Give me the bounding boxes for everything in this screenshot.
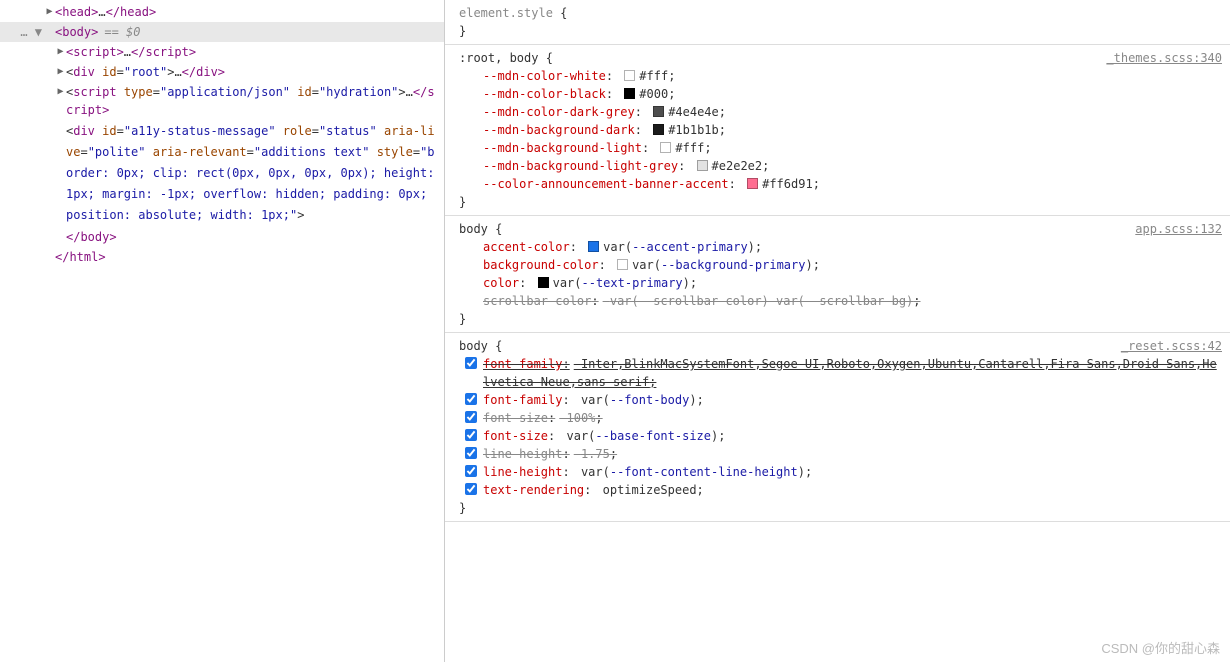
toggle-checkbox[interactable] <box>465 447 477 459</box>
toggle-checkbox[interactable] <box>465 429 477 441</box>
css-declaration[interactable]: --mdn-background-light-grey: #e2e2e2; <box>483 157 1222 175</box>
css-declaration[interactable]: color: var(--text-primary); <box>483 274 1222 292</box>
css-declaration[interactable]: text-rendering: optimizeSpeed; <box>483 481 1222 499</box>
source-link[interactable]: app.scss:132 <box>1135 220 1222 238</box>
expand-arrow-icon[interactable]: ▶ <box>55 43 66 61</box>
rule-themes[interactable]: :root, body { _themes.scss:340 --mdn-col… <box>445 45 1230 216</box>
expand-arrow-icon[interactable]: ▶ <box>55 63 66 81</box>
gutter-selected: … ▼ <box>0 23 44 41</box>
tree-row-head[interactable]: ▶ <head>…</head> <box>0 2 444 22</box>
css-declaration[interactable]: --color-announcement-banner-accent: #ff6… <box>483 175 1222 193</box>
color-swatch[interactable] <box>653 106 664 117</box>
color-swatch[interactable] <box>660 142 671 153</box>
toggle-checkbox[interactable] <box>465 411 477 423</box>
expand-arrow-icon[interactable]: ▶ <box>55 83 66 101</box>
color-swatch[interactable] <box>653 124 664 135</box>
color-swatch[interactable] <box>747 178 758 189</box>
color-swatch[interactable] <box>538 277 549 288</box>
rule-reset[interactable]: body { _reset.scss:42 font-family: Inter… <box>445 333 1230 522</box>
color-swatch[interactable] <box>588 241 599 252</box>
css-declaration[interactable]: font-size: var(--base-font-size); <box>483 427 1222 445</box>
css-declaration[interactable]: --mdn-background-dark: #1b1b1b; <box>483 121 1222 139</box>
dom-tree-panel[interactable]: ▶ <head>…</head> … ▼ <body> == $0 ▶ <scr… <box>0 0 445 662</box>
tree-row-html-close[interactable]: </html> <box>0 247 444 267</box>
toggle-checkbox[interactable] <box>465 393 477 405</box>
css-declaration[interactable]: font-size: 100%; <box>483 409 1222 427</box>
toggle-checkbox[interactable] <box>465 357 477 369</box>
css-declaration[interactable]: line-height: 1.75; <box>483 445 1222 463</box>
tree-row-body[interactable]: … ▼ <body> == $0 <box>0 22 444 42</box>
color-swatch[interactable] <box>624 88 635 99</box>
css-declaration[interactable]: --mdn-background-light: #fff; <box>483 139 1222 157</box>
rule-element-style[interactable]: element.style { } <box>445 0 1230 45</box>
css-declaration[interactable]: accent-color: var(--accent-primary); <box>483 238 1222 256</box>
css-declaration[interactable]: font-family: Inter,BlinkMacSystemFont,Se… <box>483 355 1222 391</box>
tree-row-script-hydration[interactable]: ▶ <script type="application/json" id="hy… <box>0 82 444 120</box>
styles-panel[interactable]: element.style { } :root, body { _themes.… <box>445 0 1230 662</box>
tree-row-script[interactable]: ▶ <script>…</script> <box>0 42 444 62</box>
selection-hint: == $0 <box>104 23 140 41</box>
css-declaration[interactable]: line-height: var(--font-content-line-hei… <box>483 463 1222 481</box>
css-declaration[interactable]: scrollbar-color: var(--scrollbar-color) … <box>483 292 1222 310</box>
tree-row-div-root[interactable]: ▶ <div id="root">…</div> <box>0 62 444 82</box>
source-link[interactable]: _themes.scss:340 <box>1106 49 1222 67</box>
tree-row-body-close[interactable]: </body> <box>0 227 444 247</box>
css-declaration[interactable]: --mdn-color-white: #fff; <box>483 67 1222 85</box>
tag: <head> <box>55 3 98 21</box>
tree-row-a11y[interactable]: <div id="a11y-status-message" role="stat… <box>0 120 444 227</box>
color-swatch[interactable] <box>617 259 628 270</box>
color-swatch[interactable] <box>624 70 635 81</box>
expand-arrow-icon[interactable]: ▶ <box>44 3 55 21</box>
source-link[interactable]: _reset.scss:42 <box>1121 337 1222 355</box>
css-declaration[interactable]: --mdn-color-black: #000; <box>483 85 1222 103</box>
toggle-checkbox[interactable] <box>465 483 477 495</box>
css-declaration[interactable]: background-color: var(--background-prima… <box>483 256 1222 274</box>
color-swatch[interactable] <box>697 160 708 171</box>
css-declaration[interactable]: --mdn-color-dark-grey: #4e4e4e; <box>483 103 1222 121</box>
rule-app[interactable]: body { app.scss:132 accent-color: var(--… <box>445 216 1230 333</box>
css-declaration[interactable]: font-family: var(--font-body); <box>483 391 1222 409</box>
toggle-checkbox[interactable] <box>465 465 477 477</box>
a11y-node: <div id="a11y-status-message" role="stat… <box>66 121 438 226</box>
